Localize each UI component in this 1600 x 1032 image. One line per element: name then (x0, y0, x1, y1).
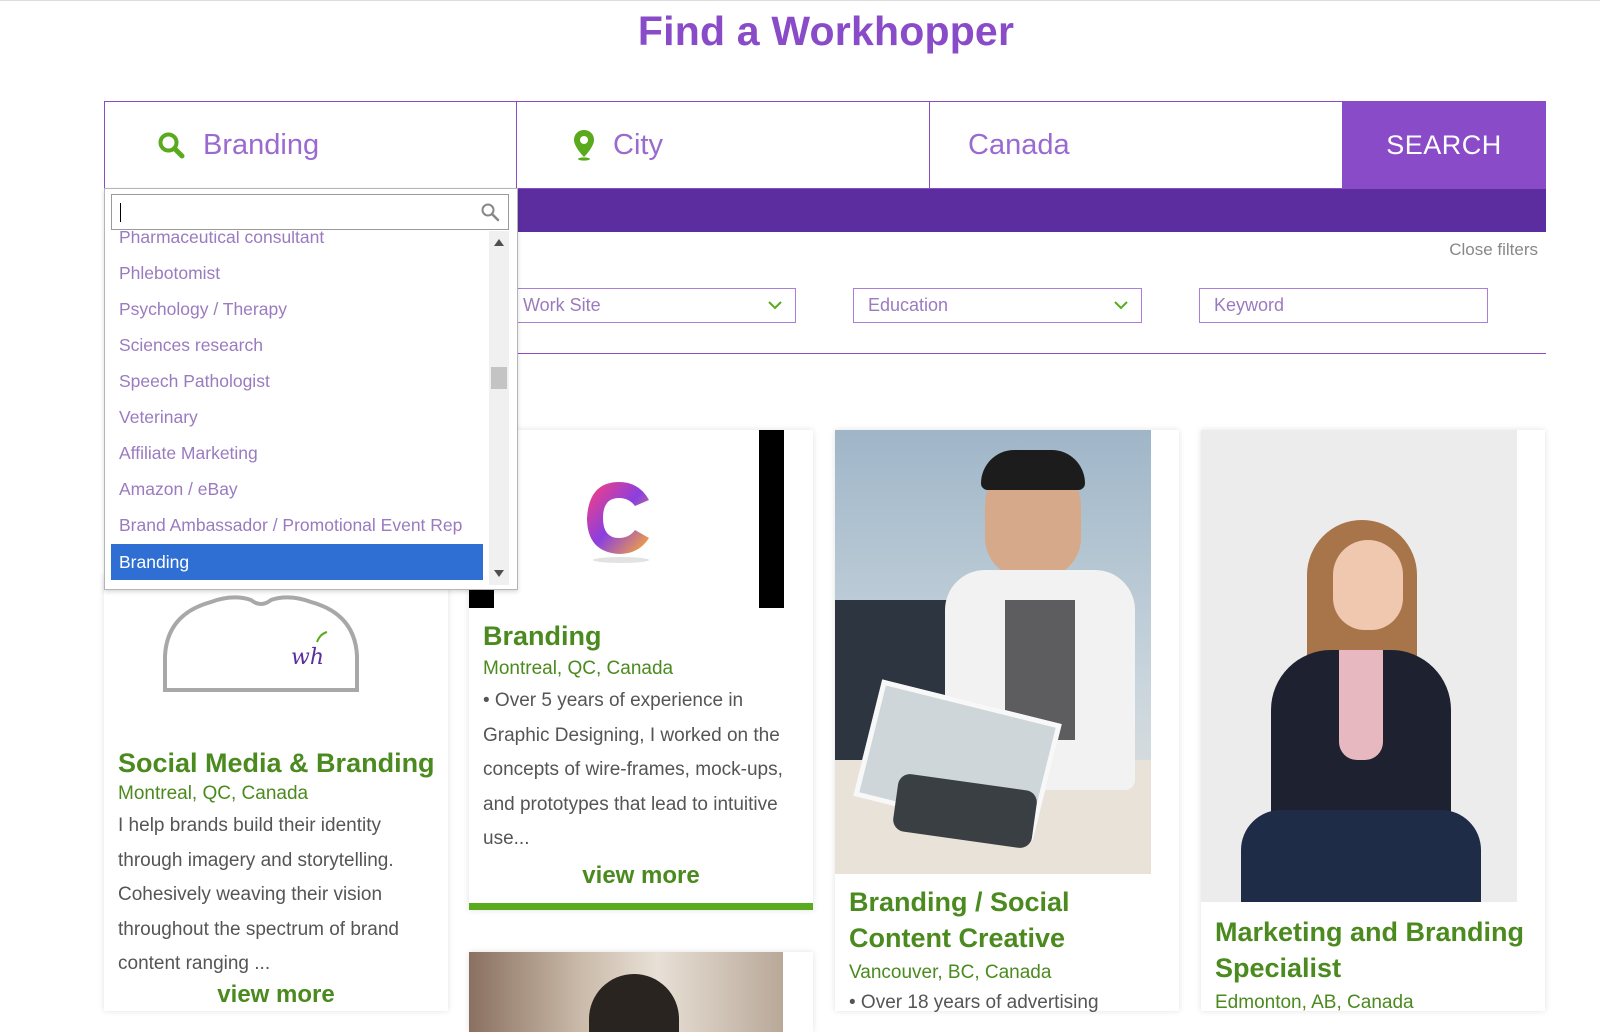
dropdown-option[interactable]: Amazon / eBay (111, 471, 483, 507)
view-more-link[interactable]: view more (469, 862, 813, 890)
filters-divider (508, 353, 1546, 354)
card-title[interactable]: Branding / Social Content Creative (849, 884, 1169, 956)
education-select-label: Education (868, 295, 949, 315)
svg-text:wh: wh (291, 645, 324, 670)
view-more-link[interactable]: view more (104, 981, 448, 1009)
card-title[interactable]: Social Media & Branding (118, 745, 435, 781)
dropdown-scrollbar[interactable] (489, 231, 509, 585)
page-title: Find a Workhopper (637, 8, 1015, 54)
keyword-field[interactable]: Branding (104, 101, 517, 189)
profile-photo (469, 952, 783, 1032)
card-title[interactable]: Branding (483, 618, 602, 654)
city-field-placeholder: City (613, 128, 663, 161)
scroll-down-arrow-icon[interactable] (494, 570, 504, 577)
dropdown-option[interactable]: Veterinary (111, 399, 483, 435)
card-location: Montreal, QC, Canada (118, 783, 309, 804)
search-icon (480, 202, 500, 227)
education-select[interactable]: Education (853, 288, 1142, 323)
card-description: I help brands build their identity throu… (118, 815, 399, 975)
workhopper-card[interactable]: Branding Montreal, QC, Canada • Over 5 y… (469, 430, 813, 910)
workhopper-card[interactable]: Marketing and Branding Specialist Edmont… (1201, 430, 1545, 1013)
search-bar: Branding City Canada SEARCH (104, 101, 1546, 189)
work-site-select-label: Work Site (523, 295, 601, 315)
keyword-filter-placeholder: Keyword (1214, 295, 1285, 315)
dropdown-option[interactable]: Sciences research (111, 327, 483, 363)
dropdown-option[interactable]: Brand Ambassador / Promotional Event Rep (111, 507, 483, 543)
profile-photo (835, 430, 1151, 874)
profile-photo (1201, 430, 1517, 902)
keyword-filter-input[interactable]: Keyword (1199, 288, 1488, 323)
card-description: • Over 18 years of advertising (849, 992, 1099, 1013)
dropdown-search-input[interactable] (111, 194, 509, 230)
card-location: Montreal, QC, Canada (483, 658, 674, 679)
dropdown-option[interactable]: Speech Pathologist (111, 363, 483, 399)
country-field[interactable]: Canada (929, 101, 1343, 189)
workhopper-card[interactable]: wh Social Media & Branding Montreal, QC,… (104, 575, 448, 1011)
workhopper-card[interactable] (469, 952, 813, 1032)
map-pin-icon (573, 129, 595, 161)
top-divider (0, 0, 1600, 1)
work-site-select[interactable]: Work Site (508, 288, 796, 323)
chevron-down-icon (767, 297, 783, 318)
dropdown-option[interactable]: Pharmaceutical consultant (111, 231, 483, 255)
card-description: • Over 5 years of experience in Graphic … (483, 690, 783, 850)
chevron-down-icon (1113, 297, 1129, 318)
workhopper-card[interactable]: Branding / Social Content Creative Vanco… (835, 430, 1179, 1013)
card-title[interactable]: Marketing and Branding Specialist (1215, 914, 1535, 986)
close-filters-link[interactable]: Close filters (1440, 240, 1538, 260)
card-location: Vancouver, BC, Canada (849, 962, 1052, 983)
category-dropdown: Pharmaceutical consultant Phlebotomist P… (104, 188, 518, 590)
scrollbar-thumb[interactable] (491, 367, 507, 389)
tshirt-logo-image: wh (159, 590, 363, 697)
dropdown-list: Pharmaceutical consultant Phlebotomist P… (111, 231, 489, 585)
search-icon (157, 131, 185, 159)
city-field[interactable]: City (516, 101, 930, 189)
keyword-field-value: Branding (203, 128, 320, 161)
dropdown-option[interactable]: Psychology / Therapy (111, 291, 483, 327)
country-field-value: Canada (968, 128, 1070, 161)
scroll-up-arrow-icon[interactable] (494, 239, 504, 246)
search-button[interactable]: SEARCH (1342, 101, 1546, 189)
dropdown-option-selected[interactable]: Branding (111, 544, 483, 580)
text-caret (120, 203, 121, 222)
dropdown-option[interactable]: Affiliate Marketing (111, 435, 483, 471)
dropdown-option[interactable]: Phlebotomist (111, 255, 483, 291)
card-accent-bar (469, 903, 813, 910)
